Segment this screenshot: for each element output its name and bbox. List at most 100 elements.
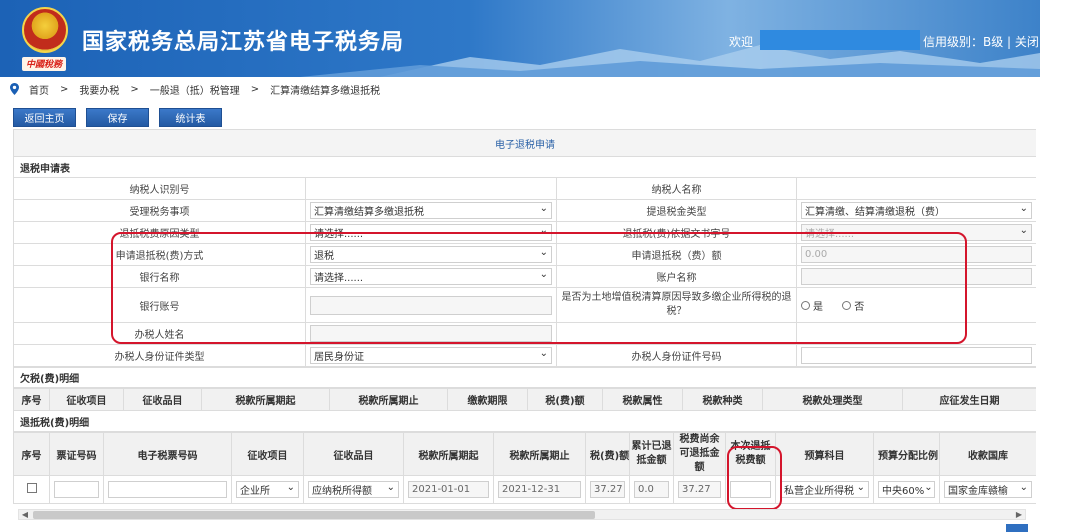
- refund-type-label: 提退税金类型: [556, 199, 797, 222]
- refund-col-header: 税(费)额: [585, 432, 630, 476]
- breadcrumb-sep: >: [250, 83, 260, 95]
- owed-col-header: 税款所属期止: [329, 388, 448, 411]
- site-header: 中國稅務 国家税务总局江苏省电子税务局 欢迎 信用级别：B级 | 关闭: [0, 0, 1040, 77]
- remaining-amount-field[interactable]: 37.27: [678, 481, 721, 498]
- save-button[interactable]: 保存: [86, 108, 149, 127]
- breadcrumb-current: 汇算清缴结算多缴退抵税: [270, 85, 381, 97]
- corner-tab: [1006, 524, 1028, 532]
- breadcrumb-sep: >: [130, 83, 139, 95]
- ticket-no-field[interactable]: [54, 481, 99, 498]
- agent-id-type-label: 办税人身份证件类型: [13, 344, 306, 367]
- method-select[interactable]: 退税: [310, 246, 552, 263]
- owed-col-header: 应征发生日期: [902, 388, 1036, 411]
- tax-emblem-icon: [22, 7, 68, 53]
- refund-form: 电子退税申请 退税申请表 纳税人识别号 纳税人名称 受理税务事项 汇算清缴结算多…: [13, 129, 1036, 511]
- refund-col-header: 预算科目: [775, 432, 874, 476]
- owed-col-header: 序号: [13, 388, 50, 411]
- refund-col-header: 本次退抵税费额: [725, 432, 776, 476]
- amount-label: 申请退抵税（费）额: [556, 243, 797, 266]
- home-button[interactable]: 返回主页: [13, 108, 76, 127]
- land-tax-radio-group: 是 否: [796, 287, 1036, 323]
- section-refund: 退抵税(费)明细: [13, 410, 1036, 432]
- section-apply: 退税申请表: [13, 156, 1036, 178]
- owed-col-header: 税款所属期起: [201, 388, 330, 411]
- subitem-select[interactable]: 应纳税所得额: [308, 481, 399, 498]
- refund-type-select[interactable]: 汇算清缴、结算清缴退税（费）: [801, 202, 1032, 219]
- refund-col-header: 收款国库: [939, 432, 1036, 476]
- agent-id-no-field[interactable]: [801, 346, 1032, 364]
- treasury-select[interactable]: 国家金库赣榆: [944, 481, 1032, 498]
- breadcrumb-home[interactable]: 首页: [29, 82, 49, 97]
- taxpayer-id-value: [305, 177, 557, 200]
- yes-radio[interactable]: 是: [801, 298, 823, 313]
- refund-col-header: 征收品目: [303, 432, 404, 476]
- refund-col-header: 序号: [13, 432, 50, 476]
- budget-select[interactable]: 私营企业所得税: [780, 481, 869, 498]
- stats-button[interactable]: 统计表: [159, 108, 222, 127]
- amount-field[interactable]: 0.00: [801, 246, 1032, 263]
- agent-id-type-select[interactable]: 居民身份证: [310, 346, 552, 364]
- refund-col-header: 税款所属期止: [493, 432, 586, 476]
- owed-col-header: 税(费)额: [527, 388, 603, 411]
- section-owed: 欠税(费)明细: [13, 365, 1036, 388]
- account-name-field[interactable]: [801, 268, 1032, 285]
- owed-col-header: 征收品目: [123, 388, 202, 411]
- breadcrumb-refund-mgmt[interactable]: 一般退（抵）税管理: [150, 82, 240, 97]
- taxpayer-name-value: [796, 177, 1036, 200]
- current-refund-field[interactable]: [730, 481, 771, 498]
- form-caption: 电子退税申请: [13, 129, 1036, 157]
- location-pin-icon: [10, 83, 19, 95]
- period-end-field[interactable]: 2021-12-31: [498, 481, 581, 498]
- owed-col-header: 征收项目: [49, 388, 124, 411]
- matter-select[interactable]: 汇算清缴结算多缴退抵税: [310, 202, 552, 219]
- row-checkbox[interactable]: [26, 483, 37, 493]
- user-credit-info[interactable]: 信用级别：B级 | 关闭: [923, 33, 1039, 50]
- scroll-thumb[interactable]: [33, 511, 595, 519]
- reason-select[interactable]: 请选择......: [310, 224, 552, 241]
- owed-table: 序号 征收项目 征收品目 税款所属期起 税款所属期止 缴款期限 税(费)额 税款…: [13, 388, 1036, 432]
- refund-col-header: 征收项目: [231, 432, 304, 476]
- refund-col-header: 累计已退抵金额: [629, 432, 674, 476]
- refund-col-header: 票证号码: [49, 432, 104, 476]
- owed-col-header: 税款种类: [682, 388, 763, 411]
- taxpayer-id-label: 纳税人识别号: [13, 177, 306, 200]
- welcome-text: 欢迎: [729, 35, 754, 49]
- refund-col-header: 税款所属期起: [403, 432, 494, 476]
- scroll-left-icon[interactable]: ◀: [19, 510, 31, 520]
- period-start-field[interactable]: 2021-01-01: [408, 481, 489, 498]
- refund-col-header: 电子税票号码: [103, 432, 232, 476]
- land-tax-question: 是否为土地增值税清算原因导致多缴企业所得税的退税？: [556, 287, 797, 323]
- refunded-amount-field[interactable]: 0.0: [634, 481, 669, 498]
- toolbar: 返回主页 保存 统计表: [13, 108, 232, 127]
- breadcrumb-sep: >: [60, 83, 69, 95]
- refund-col-header: 预算分配比例: [873, 432, 940, 476]
- agent-name-field[interactable]: [310, 325, 552, 342]
- ratio-select[interactable]: 中央60%: [878, 481, 935, 498]
- breadcrumb: 首页 > 我要办税 > 一般退（抵）税管理 > 汇算清缴结算多缴退抵税: [10, 82, 391, 97]
- user-name-redacted: [760, 30, 920, 50]
- method-label: 申请退抵税(费)方式: [13, 243, 306, 266]
- reason-label: 退抵税费原因类型: [13, 221, 306, 244]
- scroll-right-icon[interactable]: ▶: [1013, 510, 1025, 520]
- doc-number-label: 退抵税(费)依据文书字号: [556, 221, 797, 244]
- bank-name-select[interactable]: 请选择......: [310, 268, 552, 285]
- breadcrumb-tax-services[interactable]: 我要办税: [79, 82, 119, 97]
- refund-detail-table: 序号 票证号码 电子税票号码 征收项目 征收品目 税款所属期起 税款所属期止 税…: [13, 432, 1036, 504]
- table-row: 企业所 应纳税所得额 2021-01-01 2021-12-31 37.27 0…: [13, 475, 1036, 504]
- taxpayer-name-label: 纳税人名称: [556, 177, 797, 200]
- apply-table: 电子退税申请 退税申请表 纳税人识别号 纳税人名称 受理税务事项 汇算清缴结算多…: [13, 129, 1036, 388]
- item-select[interactable]: 企业所: [236, 481, 299, 498]
- no-radio[interactable]: 否: [842, 298, 864, 313]
- owed-col-header: 税款处理类型: [762, 388, 903, 411]
- matter-label: 受理税务事项: [13, 199, 306, 222]
- owed-col-header: 税款属性: [602, 388, 683, 411]
- bank-account-field[interactable]: [310, 295, 552, 315]
- doc-number-select[interactable]: 请选择......: [801, 224, 1032, 241]
- site-title: 国家税务总局江苏省电子税务局: [82, 30, 405, 55]
- horizontal-scrollbar[interactable]: ◀ ▶: [18, 509, 1026, 520]
- tax-amount-field[interactable]: 37.27: [590, 481, 625, 498]
- agent-id-no-label: 办税人身份证件号码: [556, 344, 797, 367]
- e-ticket-no-field[interactable]: [108, 481, 227, 498]
- account-name-label: 账户名称: [556, 265, 797, 288]
- refund-col-header: 税费尚余可退抵金额: [673, 432, 726, 476]
